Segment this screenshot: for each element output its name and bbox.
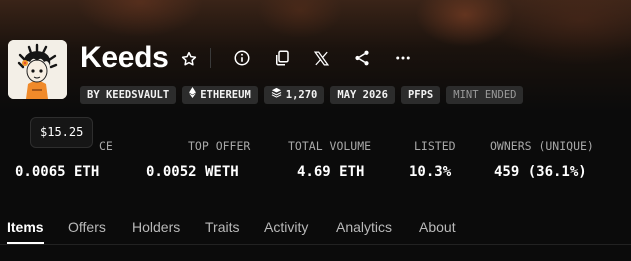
- stat-value-top-offer[interactable]: 0.0052 WETH: [146, 164, 239, 180]
- x-logo-icon[interactable]: [310, 47, 332, 69]
- collection-avatar: [8, 40, 67, 99]
- layers-icon: [271, 86, 282, 104]
- more-icon[interactable]: [392, 47, 414, 69]
- tabs-divider: [0, 244, 631, 245]
- date-badge: MAY 2026: [330, 86, 395, 104]
- header-separator: [210, 48, 211, 68]
- tab-offers[interactable]: Offers: [68, 219, 106, 235]
- items-count-badge: 1,270: [263, 86, 325, 104]
- stat-label-total-volume: TOTAL VOLUME: [288, 139, 372, 153]
- stat-label-owners: OWNERS (UNIQUE): [490, 139, 594, 153]
- info-icon[interactable]: [231, 47, 253, 69]
- tab-holders[interactable]: Holders: [132, 219, 180, 235]
- ethereum-icon: [189, 86, 197, 104]
- floor-price-usd-tooltip: $15.25: [30, 117, 94, 148]
- collection-title: Keeds: [80, 41, 169, 74]
- category-label: PFPS: [407, 89, 434, 101]
- stat-label-listed: LISTED: [414, 139, 456, 153]
- tab-analytics[interactable]: Analytics: [336, 219, 392, 235]
- date-label: MAY 2026: [337, 89, 388, 101]
- tab-traits[interactable]: Traits: [205, 219, 239, 235]
- category-badge[interactable]: PFPS: [400, 86, 441, 104]
- stat-value-owners[interactable]: 459 (36.1%): [494, 164, 587, 180]
- stat-value-floor[interactable]: 0.0065 ETH: [15, 164, 99, 180]
- avatar-illustration: [8, 40, 67, 99]
- stat-value-listed[interactable]: 10.3%: [409, 164, 451, 180]
- stat-value-total-volume[interactable]: 4.69 ETH: [297, 164, 364, 180]
- mint-status-badge: MINT ENDED: [446, 86, 524, 104]
- tab-about[interactable]: About: [419, 219, 456, 235]
- copy-icon[interactable]: [271, 47, 293, 69]
- creator-label: BY KEEDSVAULT: [87, 89, 170, 101]
- items-count-label: 1,270: [285, 89, 318, 101]
- stat-label-floor: CE: [99, 139, 113, 153]
- chain-badge[interactable]: ETHEREUM: [182, 86, 258, 104]
- chain-label: ETHEREUM: [200, 89, 251, 101]
- stat-label-top-offer: TOP OFFER: [188, 139, 251, 153]
- star-icon[interactable]: [178, 48, 200, 70]
- tab-items[interactable]: Items: [7, 219, 44, 235]
- collection-badges: BY KEEDSVAULT ETHEREUM 1,270 MAY 2026 PF…: [80, 86, 524, 104]
- mint-status-label: MINT ENDED: [453, 89, 517, 101]
- creator-badge[interactable]: BY KEEDSVAULT: [80, 86, 177, 104]
- share-icon[interactable]: [351, 47, 373, 69]
- tab-activity[interactable]: Activity: [264, 219, 308, 235]
